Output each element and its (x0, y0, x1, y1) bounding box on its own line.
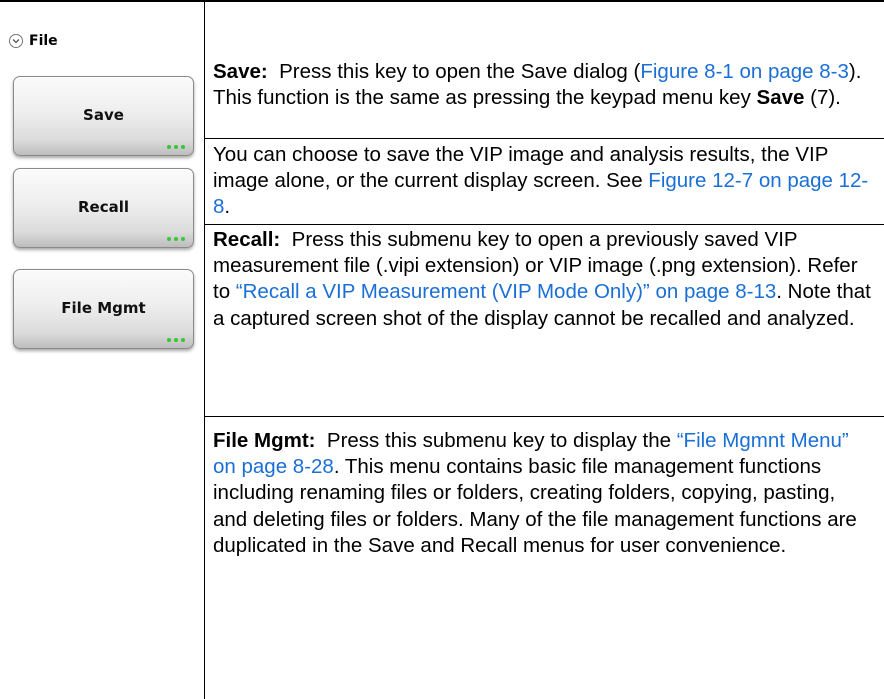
save-description: Save: Press this key to open the Save di… (213, 59, 873, 111)
save-term: Save: (213, 60, 268, 83)
file-mgmt-description: File Mgmt: Press this submenu key to dis… (213, 428, 873, 559)
save-link[interactable]: Figure 8-1 on page 8-3 (640, 60, 849, 83)
save-note: You can choose to save the VIP image and… (213, 142, 873, 221)
save-text-3: (7). (804, 86, 841, 110)
row-divider (205, 416, 884, 417)
chevron-down-icon (9, 34, 23, 48)
recall-button-label: Recall (77, 198, 130, 216)
recall-link[interactable]: “Recall a VIP Measurement (VIP Mode Only… (236, 280, 776, 303)
save-button-label: Save (83, 106, 124, 124)
menu-title: File (29, 33, 58, 49)
save-key: Save (756, 86, 805, 110)
column-divider (204, 0, 205, 699)
row-divider (205, 224, 884, 225)
recall-term: Recall: (213, 228, 281, 251)
file-mgmt-button[interactable]: File Mgmt (13, 269, 194, 349)
menu-header: File (9, 33, 58, 49)
file-mgmt-button-label: File Mgmt (61, 299, 146, 317)
top-rule (0, 0, 884, 2)
save-button[interactable]: Save (13, 76, 194, 156)
recall-description: Recall: Press this submenu key to open a… (213, 227, 873, 332)
file-mgmt-term: File Mgmt: (213, 429, 316, 452)
more-options-icon (167, 145, 185, 149)
recall-button[interactable]: Recall (13, 168, 194, 248)
row-divider (205, 138, 884, 139)
save-note-text-2: . (224, 195, 231, 219)
more-options-icon (167, 338, 185, 342)
more-options-icon (167, 237, 185, 241)
file-mgmt-text-1: Press this submenu key to display the (326, 429, 677, 452)
save-text-1: Press this key to open the Save dialog ( (279, 60, 641, 83)
